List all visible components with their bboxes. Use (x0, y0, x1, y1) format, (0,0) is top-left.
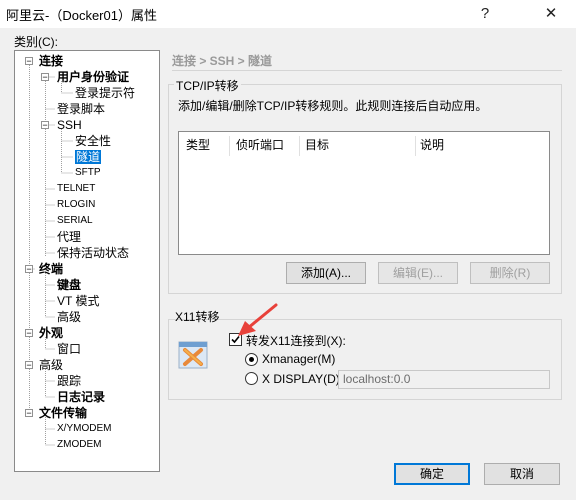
radio-selected-dot (249, 357, 254, 362)
expander-advanced-icon[interactable]: − (25, 361, 33, 370)
annotation-arrow-icon (238, 303, 278, 336)
tree-item-file-transfer[interactable]: 文件传输 (39, 405, 87, 421)
tree-item-security[interactable]: 安全性 (75, 133, 111, 149)
tree-item-tunneling[interactable]: 隧道 (75, 149, 102, 165)
xmanager-radio[interactable] (245, 353, 258, 366)
column-separator (229, 136, 230, 156)
tcp-rules-table[interactable]: 类型 侦听端口 目标 说明 (178, 131, 550, 255)
help-button[interactable]: ? (470, 2, 500, 26)
tree-item-proxy[interactable]: 代理 (57, 229, 81, 245)
column-header-listen-port[interactable]: 侦听端口 (236, 137, 284, 157)
tree-item-keepalive[interactable]: 保持活动状态 (57, 245, 129, 261)
tree-item-xymodem[interactable]: X/YMODEM (57, 421, 111, 437)
xmanager-label[interactable]: Xmanager(M) (262, 352, 335, 366)
xdisplay-radio[interactable] (245, 372, 258, 385)
xmanager-icon (178, 341, 208, 369)
expander-auth-icon[interactable]: − (41, 73, 49, 82)
title-bar: 阿里云-（Docker01）属性 ? ✕ (0, 0, 576, 28)
x11-group-title: X11转移 (175, 310, 220, 324)
tree-item-zmodem[interactable]: ZMODEM (57, 437, 101, 453)
properties-dialog: 阿里云-（Docker01）属性 ? ✕ 类别(C): − 连接 − 用户身份验… (0, 0, 576, 500)
tcp-group-title: TCP/IP转移 (174, 77, 241, 94)
tree-item-auth[interactable]: 用户身份验证 (57, 69, 129, 85)
xdisplay-input[interactable]: localhost:0.0 (338, 370, 550, 389)
close-button[interactable]: ✕ (536, 2, 566, 26)
tree-item-login-script[interactable]: 登录脚本 (57, 101, 105, 117)
ok-button[interactable]: 确定 (394, 463, 470, 485)
breadcrumb: 连接 > SSH > 隧道 (172, 54, 273, 68)
category-label: 类别(C): (14, 35, 58, 49)
tree-item-serial[interactable]: SERIAL (57, 213, 93, 229)
tree-item-window[interactable]: 窗口 (57, 341, 81, 357)
expander-terminal-icon[interactable]: − (25, 265, 33, 274)
tree-item-sftp[interactable]: SFTP (75, 165, 101, 181)
expander-ssh-icon[interactable]: − (41, 121, 49, 130)
tree-item-terminal-advanced[interactable]: 高级 (57, 309, 81, 325)
tree-item-logging[interactable]: 日志记录 (57, 389, 105, 405)
expander-file-transfer-icon[interactable]: − (25, 409, 33, 418)
tree-item-advanced[interactable]: 高级 (39, 357, 63, 373)
edit-rule-button[interactable]: 编辑(E)... (378, 262, 458, 284)
column-separator (415, 136, 416, 156)
tree-item-connection[interactable]: 连接 (39, 53, 63, 69)
breadcrumb-divider (172, 70, 562, 71)
tree-item-terminal[interactable]: 终端 (39, 261, 63, 277)
tree-item-ssh[interactable]: SSH (57, 117, 82, 133)
tree-item-login-prompt[interactable]: 登录提示符 (75, 85, 135, 101)
expander-connection-icon[interactable]: − (25, 57, 33, 66)
tree-item-appearance[interactable]: 外观 (39, 325, 63, 341)
tcp-description: 添加/编辑/删除TCP/IP转移规则。此规则连接后自动应用。 (178, 99, 488, 113)
tree-item-vt-mode[interactable]: VT 模式 (57, 293, 99, 309)
delete-rule-button[interactable]: 删除(R) (470, 262, 550, 284)
tree-item-rlogin[interactable]: RLOGIN (57, 197, 95, 213)
expander-appearance-icon[interactable]: − (25, 329, 33, 338)
window-title: 阿里云-（Docker01）属性 (6, 8, 157, 23)
column-header-description[interactable]: 说明 (420, 137, 444, 157)
column-separator (299, 136, 300, 156)
tree-item-trace[interactable]: 跟踪 (57, 373, 81, 389)
category-tree[interactable]: − 连接 − 用户身份验证 登录提示符 登录脚本 − SSH 安全性 隧道 SF… (14, 50, 160, 472)
add-rule-button[interactable]: 添加(A)... (286, 262, 366, 284)
tree-item-telnet[interactable]: TELNET (57, 181, 95, 197)
column-header-type[interactable]: 类型 (186, 137, 210, 157)
tree-item-keyboard[interactable]: 键盘 (57, 277, 81, 293)
x11-group-top-border (168, 319, 562, 320)
cancel-button[interactable]: 取消 (484, 463, 560, 485)
xdisplay-label[interactable]: X DISPLAY(D): (262, 372, 343, 386)
column-header-target[interactable]: 目标 (305, 137, 329, 157)
